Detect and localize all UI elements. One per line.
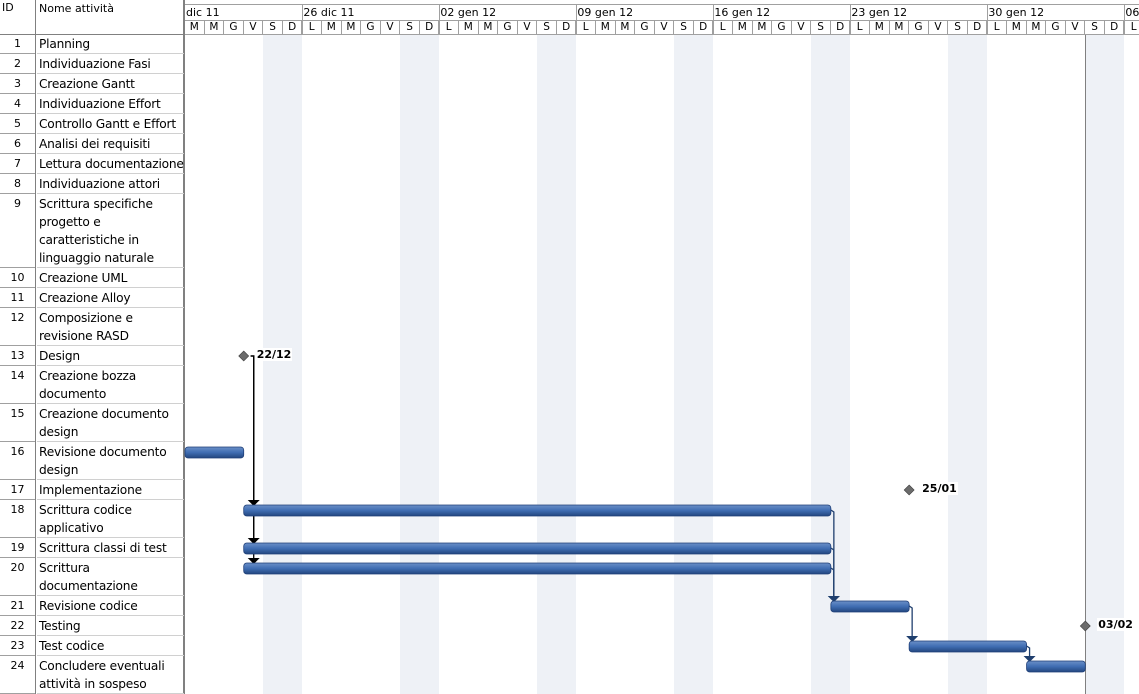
- milestone-diamond-icon[interactable]: [1079, 620, 1091, 632]
- milestone-date-label: 25/01: [921, 482, 958, 495]
- gantt-view: ID Nome attività 1 Planning 2 Individuazion…: [0, 0, 1139, 694]
- milestone-diamond-icon[interactable]: [238, 350, 250, 362]
- gantt-chart: [184, 350, 1091, 673]
- milestone-diamond-icon[interactable]: [903, 484, 915, 496]
- dependency-link[interactable]: [908, 605, 913, 641]
- task-bar[interactable]: [184, 446, 245, 459]
- task-bar[interactable]: [1026, 660, 1086, 673]
- task-bar[interactable]: [243, 504, 832, 517]
- dependency-link[interactable]: [250, 355, 255, 563]
- milestone-date-label: 22/12: [255, 348, 293, 361]
- milestone-date-label: 03/02: [1097, 618, 1134, 631]
- task-bar[interactable]: [830, 600, 910, 613]
- task-bar[interactable]: [908, 640, 1027, 653]
- task-bar[interactable]: [243, 562, 832, 575]
- task-bar[interactable]: [243, 542, 832, 555]
